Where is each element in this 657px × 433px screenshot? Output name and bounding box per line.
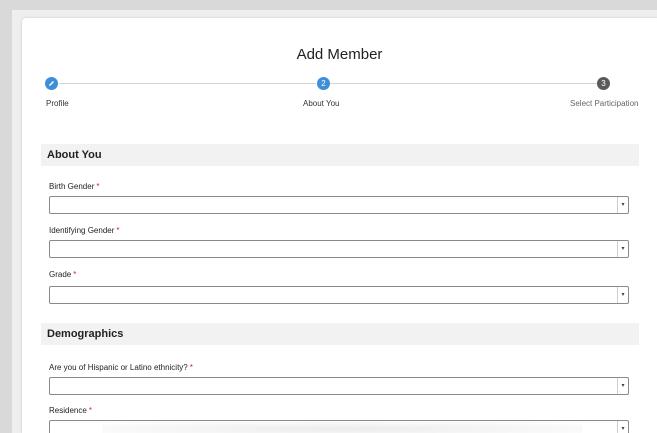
chevron-down-icon[interactable]: ▾ [617,287,628,303]
birth-gender-select[interactable]: ▾ [49,196,629,214]
birth-gender-label: Birth Gender * [49,182,100,191]
step-select-participation-label[interactable]: Select Participation [570,99,638,108]
pencil-icon [49,81,54,86]
required-marker: * [189,363,193,372]
page-title: Add Member [296,46,383,63]
grade-label: Grade * [49,270,77,279]
step-select-participation-marker[interactable]: 3 [597,77,610,90]
required-marker: * [88,406,92,415]
step-about-you-label[interactable]: About You [303,99,339,108]
stepper-connector [59,83,316,84]
required-marker: * [73,270,77,279]
step-about-you-marker[interactable]: 2 [317,77,330,90]
add-member-card: Add Member Profile 2 About You 3 Select … [22,18,657,433]
required-marker: * [96,182,100,191]
required-marker: * [116,226,120,235]
chevron-down-icon[interactable]: ▾ [617,378,628,394]
hispanic-ethnicity-select[interactable]: ▾ [49,377,629,395]
chevron-down-icon[interactable]: ▾ [617,197,628,213]
chevron-down-icon[interactable]: ▾ [617,241,628,257]
hispanic-ethnicity-label: Are you of Hispanic or Latino ethnicity?… [49,363,193,372]
section-header-demographics: Demographics [41,323,639,345]
stepper-connector [330,83,597,84]
residence-select[interactable]: ▾ [49,420,629,433]
residence-label: Residence * [49,406,92,415]
progress-stepper: Profile 2 About You 3 Select Participati… [22,77,657,117]
identifying-gender-label: Identifying Gender * [49,226,120,235]
section-header-about-you: About You [41,144,639,166]
step-profile-marker[interactable] [45,77,58,90]
step-profile-label[interactable]: Profile [46,99,69,108]
window-frame: Add Member Profile 2 About You 3 Select … [12,10,657,433]
identifying-gender-select[interactable]: ▾ [49,240,629,258]
grade-select[interactable]: ▾ [49,286,629,304]
chevron-down-icon[interactable]: ▾ [617,421,628,433]
